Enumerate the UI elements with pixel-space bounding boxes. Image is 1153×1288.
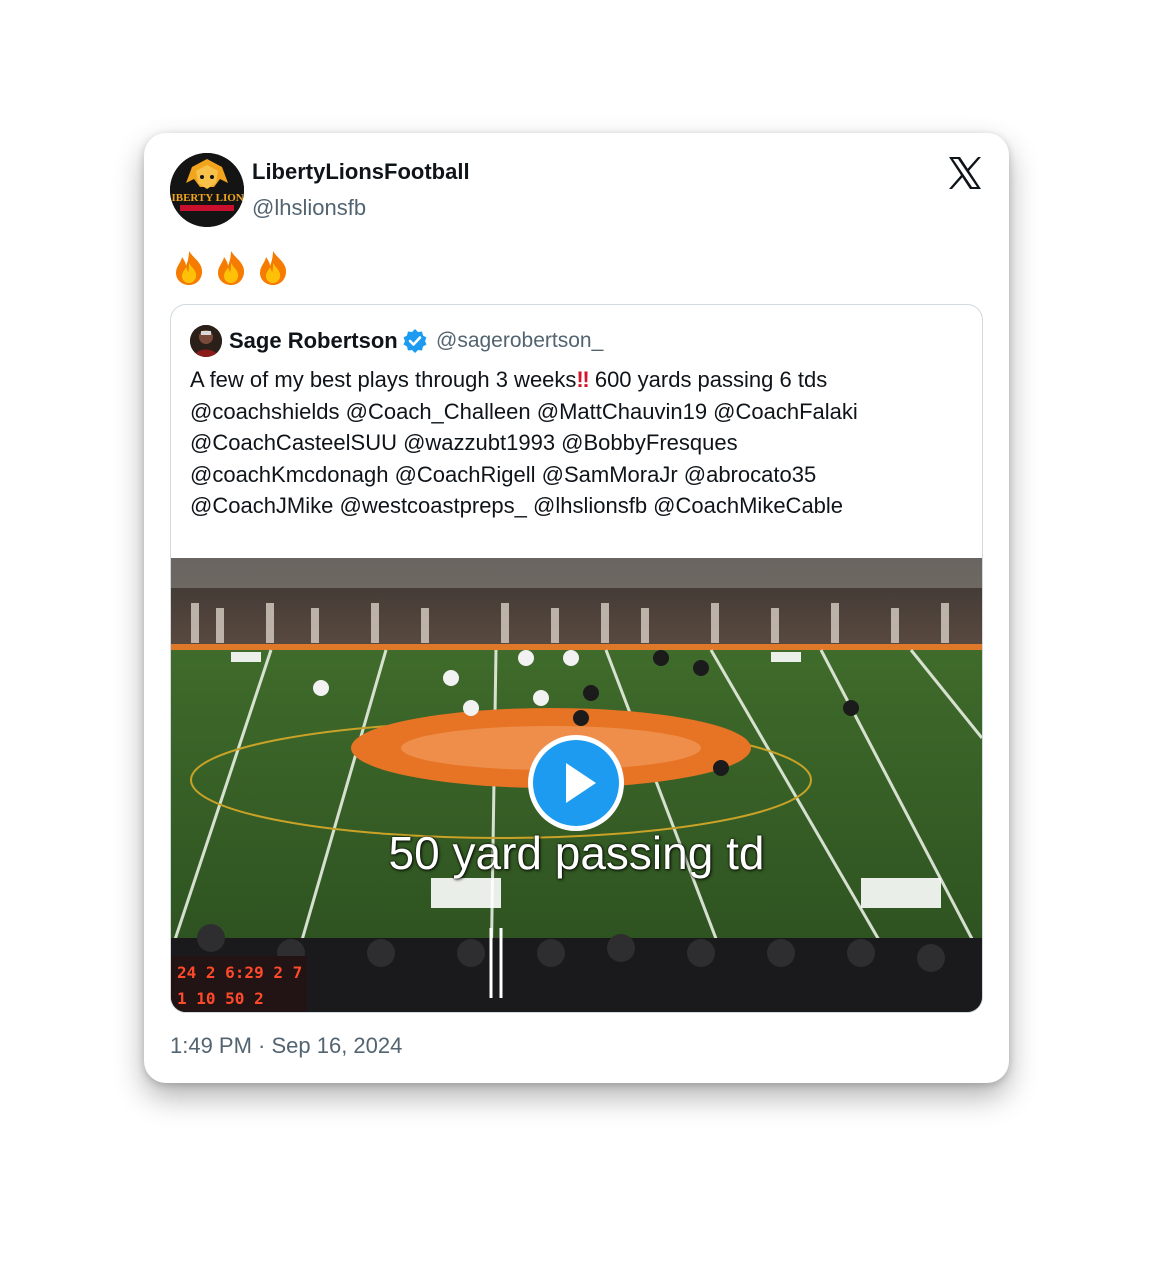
author-handle[interactable]: @lhslionsfb — [252, 195, 366, 221]
scoreboard-top: 24 2 6:29 2 7 — [177, 963, 302, 982]
fire-emoji-icon — [176, 251, 203, 285]
quoted-author-avatar[interactable] — [190, 325, 222, 357]
fire-emoji-icon — [218, 251, 245, 285]
x-logo-icon[interactable] — [947, 155, 983, 191]
quoted-mentions-line[interactable]: @CoachCasteelSUU @wazzubt1993 @BobbyFres… — [190, 427, 965, 459]
fire-emoji-icon — [260, 251, 287, 285]
double-exclamation-emoji: ‼ — [576, 367, 589, 392]
quoted-author-handle[interactable]: @sagerobertson_ — [436, 329, 603, 353]
video-player[interactable]: 24 2 6:29 2 7 1 10 50 2 50 yard passing … — [171, 558, 982, 1012]
play-button-icon[interactable] — [526, 733, 626, 833]
tweet-body — [170, 249, 292, 287]
quoted-mentions-line[interactable]: @CoachJMike @westcoastpreps_ @lhslionsfb… — [190, 490, 965, 522]
author-name[interactable]: LibertyLionsFootball — [252, 159, 470, 185]
tweet-card: LIBERTY LIONS LibertyLionsFootball @lhsl… — [144, 133, 1009, 1083]
quoted-mentions-line[interactable]: @coachshields @Coach_Challeen @MattChauv… — [190, 396, 965, 428]
liberty-lions-logo-icon: LIBERTY LIONS — [170, 153, 244, 227]
quoted-author-name[interactable]: Sage Robertson — [229, 328, 398, 354]
quoted-tweet[interactable]: Sage Robertson @sagerobertson_ A few of … — [170, 304, 983, 1013]
quoted-text: A few of my best plays through 3 weeks‼ … — [190, 364, 965, 522]
quoted-mentions-line[interactable]: @coachKmcdonagh @CoachRigell @SamMoraJr … — [190, 459, 965, 491]
verified-badge-icon — [403, 329, 427, 353]
video-caption: 50 yard passing td — [388, 827, 765, 879]
tweet-timestamp[interactable]: 1:49 PM · Sep 16, 2024 — [170, 1033, 402, 1059]
quoted-text-segment: 600 yards passing 6 tds — [588, 367, 828, 392]
quoted-text-segment: A few of my best plays through 3 weeks — [190, 367, 577, 392]
quoted-text-line: A few of my best plays through 3 weeks‼ … — [190, 364, 965, 396]
avatar-logo-text: LIBERTY LIONS — [170, 192, 244, 204]
scoreboard-bottom: 1 10 50 2 — [177, 989, 264, 1008]
player-photo-icon — [190, 325, 222, 357]
author-avatar[interactable]: LIBERTY LIONS — [170, 153, 244, 227]
